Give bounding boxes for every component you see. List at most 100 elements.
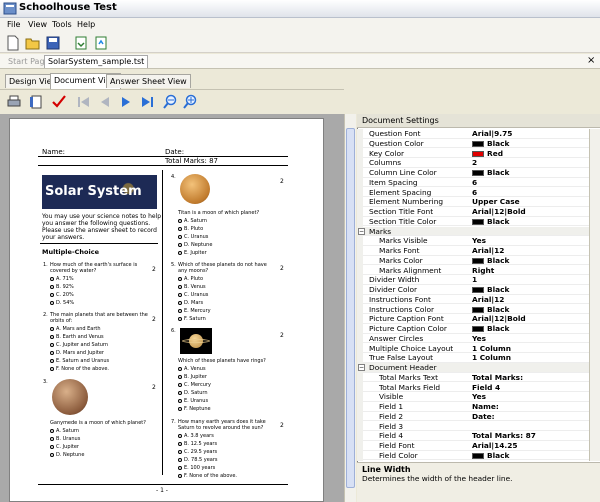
last-page-icon[interactable] — [139, 94, 155, 110]
property-value[interactable]: Yes — [472, 334, 486, 343]
next-page-icon[interactable] — [118, 94, 134, 110]
save-icon[interactable] — [45, 35, 61, 51]
property-value[interactable]: Name: — [472, 402, 499, 411]
property-row[interactable]: Field 4 Total Marks: 87 — [357, 431, 589, 442]
document-tab-bar: Start Page SolarSystem_sample.tst × — [0, 54, 600, 69]
property-value[interactable]: Upper Case — [472, 197, 520, 206]
property-row[interactable]: Instructions Font Arial|12 — [357, 294, 589, 305]
menu-file[interactable]: File — [7, 20, 20, 29]
property-value[interactable]: Arial|14.25 — [472, 441, 518, 450]
property-row[interactable]: Divider Width 1 — [357, 275, 589, 286]
print-icon[interactable] — [6, 94, 22, 110]
property-row[interactable]: Field 3 — [357, 421, 589, 432]
property-value[interactable]: Black — [472, 256, 509, 265]
property-value[interactable]: 6 — [472, 188, 477, 197]
print-preview-icon[interactable] — [73, 35, 89, 51]
tab-solar-system-file[interactable]: SolarSystem_sample.tst — [44, 55, 149, 68]
property-value[interactable]: Right — [472, 266, 494, 275]
close-tab-icon[interactable]: × — [587, 55, 595, 66]
property-row[interactable]: Question Font Arial|9.75 — [357, 129, 589, 139]
property-row[interactable]: Multiple Choice Layout 1 Column — [357, 343, 589, 354]
property-row[interactable]: Marks Alignment Right — [357, 265, 589, 276]
property-row[interactable]: Visible Yes — [357, 392, 589, 403]
collapse-icon[interactable]: − — [358, 227, 365, 235]
property-row[interactable]: Element Numbering Upper Case — [357, 197, 589, 208]
property-value[interactable]: Black — [472, 168, 509, 177]
property-value[interactable]: 6 — [472, 178, 477, 187]
property-grid-scrollbar[interactable] — [589, 129, 600, 461]
collapse-icon[interactable]: − — [358, 364, 365, 371]
property-value-text: Arial|12|Bold — [472, 314, 526, 324]
answer-option: E. 100 years — [178, 465, 215, 471]
property-value[interactable]: Arial|12 — [472, 295, 504, 304]
property-row[interactable]: Columns 2 — [357, 158, 589, 169]
property-value[interactable]: Arial|9.75 — [472, 129, 512, 138]
answer-option: A. Pluto — [178, 276, 203, 282]
export-icon[interactable] — [93, 35, 109, 51]
property-value[interactable]: Black — [472, 139, 509, 148]
property-row[interactable]: Field Color Black — [357, 450, 589, 461]
property-row[interactable]: Picture Caption Color Black — [357, 324, 589, 334]
property-value[interactable]: Arial|12|Bold — [472, 314, 526, 323]
property-row[interactable]: Instructions Color Black — [357, 304, 589, 315]
property-value[interactable]: Field 4 — [472, 383, 500, 392]
check-mark-icon[interactable] — [51, 94, 67, 110]
menu-help[interactable]: Help — [77, 20, 95, 29]
property-row[interactable]: Item Spacing 6 — [357, 177, 589, 188]
property-row[interactable]: Field 2 Date: — [357, 411, 589, 422]
zoom-in-icon[interactable] — [182, 94, 198, 110]
row-gutter — [357, 441, 363, 451]
property-value[interactable]: Arial|12 — [472, 246, 504, 255]
property-row[interactable]: Divider Color Black — [357, 285, 589, 295]
property-value[interactable]: Black — [472, 285, 509, 294]
property-row[interactable]: Section Title Font Arial|12|Bold — [357, 207, 589, 217]
property-row[interactable]: Answer Circles Yes — [357, 333, 589, 344]
property-value[interactable]: Yes — [472, 236, 486, 245]
new-document-icon[interactable] — [5, 35, 21, 51]
menu-view[interactable]: View — [28, 20, 47, 29]
property-value[interactable]: Date: — [472, 412, 495, 421]
answer-option: A. Mars and Earth — [50, 326, 101, 332]
tab-answer-sheet-view[interactable]: Answer Sheet View — [106, 74, 191, 88]
property-value[interactable]: Total Marks: — [472, 373, 523, 382]
property-row[interactable]: Field 1 Name: — [357, 402, 589, 412]
property-row[interactable]: Column Line Color Black — [357, 168, 589, 178]
property-row[interactable]: Question Color Black — [357, 138, 589, 149]
open-folder-icon[interactable] — [25, 35, 41, 51]
property-row[interactable]: Element Spacing 6 — [357, 187, 589, 198]
property-value[interactable]: Black — [472, 324, 509, 333]
property-category[interactable]: − Document Header — [357, 363, 589, 373]
first-page-icon[interactable] — [76, 94, 92, 110]
property-row[interactable]: True False Layout 1 Column — [357, 353, 589, 364]
property-value[interactable]: 1 Column — [472, 344, 511, 353]
property-row[interactable]: Key Color Red — [357, 148, 589, 159]
property-value[interactable]: Black — [472, 451, 509, 460]
property-value[interactable]: 1 Column — [472, 353, 511, 362]
property-row[interactable]: Picture Caption Font Arial|12|Bold — [357, 314, 589, 325]
previous-page-icon[interactable] — [97, 94, 113, 110]
property-value[interactable]: Arial|12|Bold — [472, 207, 526, 216]
question-marks: 2 — [152, 384, 156, 391]
answer-option: C. Uranus — [178, 292, 208, 298]
property-value[interactable]: Red — [472, 149, 503, 158]
property-value-text: Arial|12|Bold — [472, 207, 526, 216]
property-value[interactable]: Black — [472, 217, 509, 226]
property-value[interactable]: Yes — [472, 392, 486, 401]
zoom-out-icon[interactable] — [162, 94, 178, 110]
property-value[interactable]: 1 — [472, 275, 477, 284]
titan-image — [180, 174, 210, 204]
property-value[interactable]: Black — [472, 305, 509, 314]
page-icon[interactable] — [28, 94, 44, 110]
property-row[interactable]: Total Marks Text Total Marks: — [357, 372, 589, 383]
property-value[interactable]: 2 — [472, 158, 477, 167]
document-scrollbar-thumb[interactable] — [346, 128, 355, 488]
property-row[interactable]: Section Title Color Black — [357, 216, 589, 227]
property-row[interactable]: Marks Color Black — [357, 255, 589, 266]
property-row[interactable]: Field Font Arial|14.25 — [357, 441, 589, 451]
menu-tools[interactable]: Tools — [52, 20, 72, 29]
property-value[interactable]: Total Marks: 87 — [472, 431, 536, 440]
property-row[interactable]: Total Marks Field Field 4 — [357, 382, 589, 393]
property-category[interactable]: − Marks — [357, 226, 589, 237]
property-row[interactable]: Marks Visible Yes — [357, 236, 589, 247]
property-row[interactable]: Marks Font Arial|12 — [357, 246, 589, 256]
